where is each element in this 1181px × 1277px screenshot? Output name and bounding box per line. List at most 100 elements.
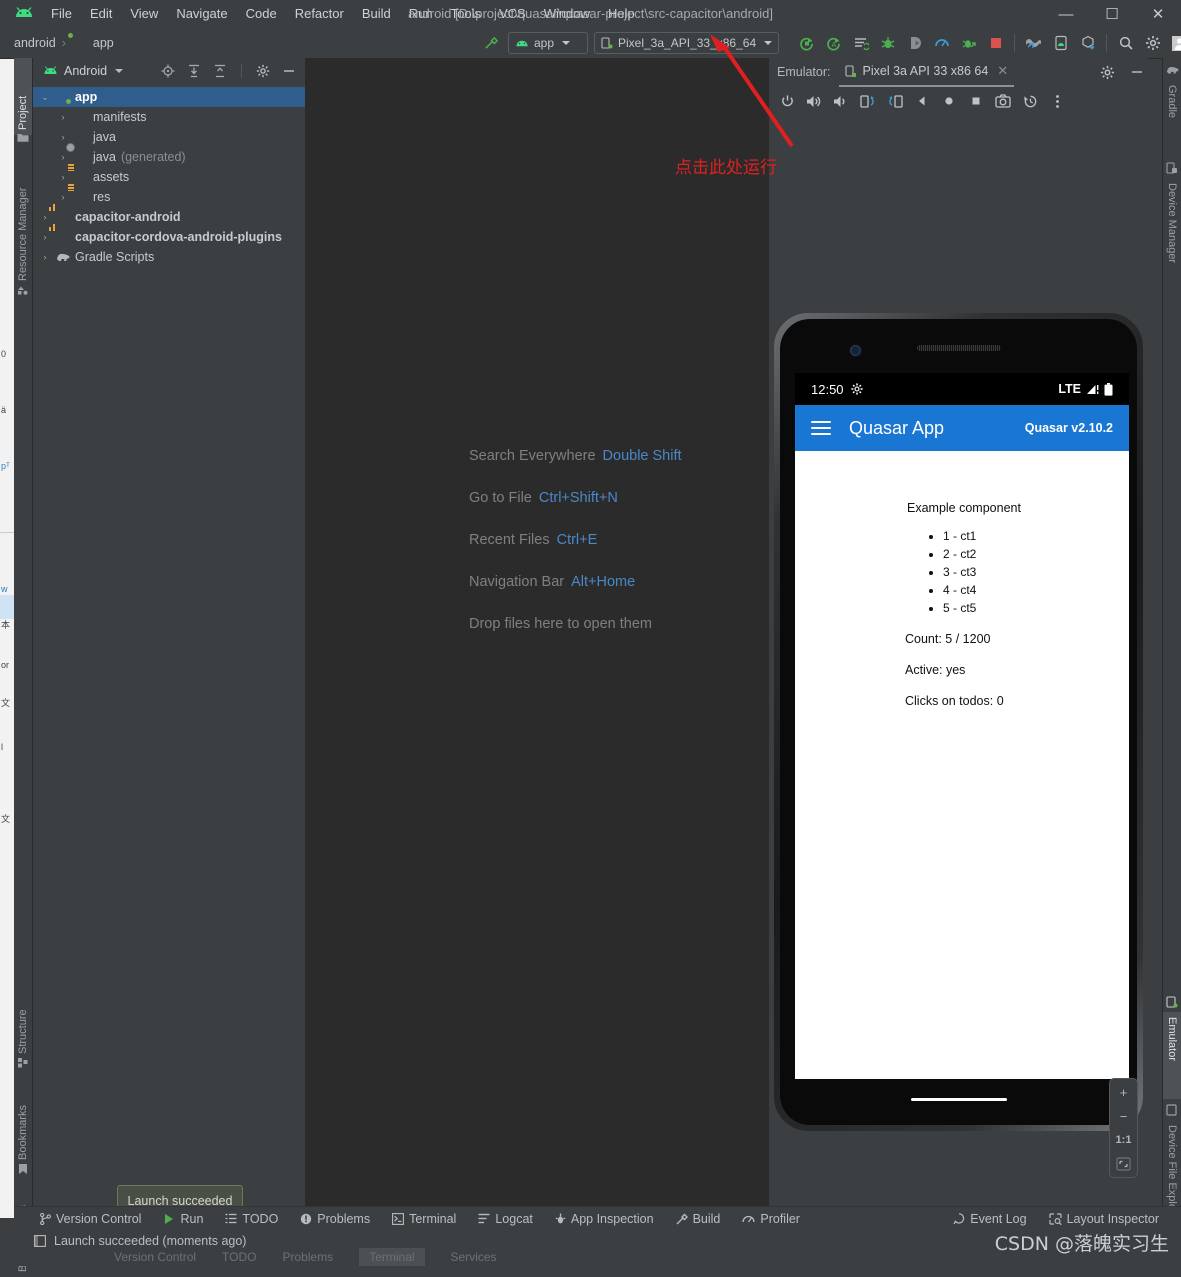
home-icon[interactable] [937,89,961,113]
run-icon[interactable] [793,29,820,57]
chevron-right-icon[interactable]: › [57,192,69,202]
hide-panel-icon[interactable] [279,61,299,81]
run-with-coverage-icon[interactable]: A [820,29,847,57]
debug-icon[interactable] [874,29,901,57]
list-item[interactable]: 1 - ct1 [943,527,976,545]
sdk-manager-icon[interactable] [1020,29,1047,57]
chevron-right-icon[interactable]: › [57,152,69,162]
breadcrumb-root[interactable]: android [14,36,56,50]
breadcrumb-module[interactable]: app [93,36,114,50]
tree-node-res[interactable]: › res [33,187,305,207]
sidebar-item-structure[interactable]: Structure [14,980,32,1059]
tree-node-manifests[interactable]: › manifests [33,107,305,127]
rotate-left-icon[interactable] [856,89,880,113]
maximize-button[interactable]: ☐ [1089,0,1135,28]
emulator-zoom-controls[interactable]: + − 1:1 [1109,1078,1138,1178]
hamburger-menu-icon[interactable] [811,421,831,435]
tab-logcat[interactable]: Logcat [467,1207,544,1230]
tab-profiler[interactable]: Profiler [731,1207,811,1230]
menu-item-run[interactable]: Run [400,0,442,28]
profile-app-icon[interactable] [955,29,982,57]
tree-node-capacitor-android[interactable]: › capacitor-android [33,207,305,227]
run-configuration-selector[interactable]: app [508,32,588,54]
emulated-device[interactable]: 12:50 LTE Quasar App Quasar v2.10.2 Exam… [774,313,1143,1131]
account-avatar-icon[interactable] [1166,29,1181,57]
tab-problems[interactable]: Problems [289,1207,381,1230]
sidebar-item-emulator[interactable]: Emulator [1163,1012,1181,1099]
sidebar-item-bookmarks[interactable]: Bookmarks [14,1078,32,1165]
chevron-right-icon[interactable]: › [57,132,69,142]
zoom-in-button[interactable]: + [1114,1085,1134,1099]
chevron-down-icon[interactable] [115,69,124,73]
menu-item-vcs[interactable]: VCS [490,0,535,28]
emulator-canvas[interactable]: 12:50 LTE Quasar App Quasar v2.10.2 Exam… [769,116,1148,1218]
menu-item-file[interactable]: File [42,0,81,28]
close-button[interactable]: ✕ [1135,0,1181,28]
gesture-nav-pill[interactable] [910,1098,1007,1101]
list-item[interactable]: 4 - ct4 [943,581,976,599]
close-icon[interactable]: ✕ [997,63,1008,79]
menu-item-window[interactable]: Window [535,0,599,28]
menu-item-code[interactable]: Code [237,0,286,28]
app-page-content[interactable]: Example component 1 - ct1 2 - ct2 3 - ct… [795,451,1129,1079]
stop-icon[interactable] [982,29,1009,57]
chevron-down-icon[interactable]: ⌄ [39,92,51,103]
menu-item-help[interactable]: Help [599,0,644,28]
settings-gear-icon[interactable] [1139,29,1166,57]
tab-version-control[interactable]: Version Control [14,1207,152,1230]
list-item[interactable]: 5 - ct5 [943,599,976,617]
back-icon[interactable] [910,89,934,113]
overview-icon[interactable] [964,89,988,113]
zoom-out-button[interactable]: − [1114,1109,1134,1123]
todo-list[interactable]: 1 - ct1 2 - ct2 3 - ct3 4 - ct4 5 - ct5 [925,527,976,617]
menu-item-tools[interactable]: Tools [442,0,490,28]
volume-down-icon[interactable] [829,89,853,113]
chevron-right-icon[interactable]: › [39,212,51,222]
editor-area[interactable]: Search Everywhere Double Shift Go to File… [306,58,769,1218]
search-icon[interactable] [1112,29,1139,57]
settings-gear-icon[interactable] [1096,61,1118,83]
power-icon[interactable] [775,89,799,113]
sidebar-item-device-manager[interactable]: Device Manager [1163,178,1181,313]
tab-build[interactable]: Build [665,1207,732,1230]
status-message[interactable]: Launch succeeded (moments ago) [14,1234,246,1248]
main-menu[interactable]: File Edit View Navigate Code Refactor Bu… [42,0,644,28]
sidebar-item-resource-manager[interactable]: Resource Manager [14,153,32,286]
chevron-right-icon[interactable]: › [57,172,69,182]
chevron-right-icon[interactable]: › [39,252,51,262]
minimize-button[interactable]: — [1043,0,1089,28]
history-icon[interactable] [1018,89,1042,113]
device-selector[interactable]: Pixel_3a_API_33_x86_64 [594,32,780,54]
menu-item-build[interactable]: Build [353,0,400,28]
menu-item-refactor[interactable]: Refactor [286,0,353,28]
build-hammer-icon[interactable] [480,32,502,54]
window-controls[interactable]: — ☐ ✕ [1043,0,1181,28]
chevron-right-icon[interactable]: › [39,232,51,242]
chevron-right-icon[interactable]: › [57,112,69,122]
avd-manager-icon[interactable] [1047,29,1074,57]
sidebar-item-gradle[interactable]: Gradle [1163,80,1181,147]
actual-size-button[interactable]: 1:1 [1114,1133,1134,1147]
device-screen[interactable]: 12:50 LTE Quasar App Quasar v2.10.2 Exam… [795,373,1129,1079]
expand-all-icon[interactable] [184,61,204,81]
breadcrumb[interactable]: android › app [14,28,114,58]
hide-panel-icon[interactable] [1126,61,1148,83]
tab-event-log[interactable]: Event Log [942,1207,1037,1230]
menu-item-view[interactable]: View [121,0,167,28]
tab-terminal[interactable]: Terminal [381,1207,467,1230]
emulator-device-tab[interactable]: Pixel 3a API 33 x86 64 ✕ [838,58,1015,87]
apply-changes-icon[interactable] [847,29,874,57]
screenshot-icon[interactable] [991,89,1015,113]
tab-todo[interactable]: TODO [214,1207,289,1230]
profiler-icon[interactable] [928,29,955,57]
volume-up-icon[interactable] [802,89,826,113]
rotate-right-icon[interactable] [883,89,907,113]
menu-item-navigate[interactable]: Navigate [167,0,236,28]
more-icon[interactable] [1045,89,1069,113]
sync-gradle-icon[interactable] [1074,29,1101,57]
settings-gear-icon[interactable] [253,61,273,81]
sidebar-item-project[interactable]: Project [14,58,32,135]
select-opened-file-icon[interactable] [158,61,178,81]
tree-node-app[interactable]: ⌄ app [33,87,305,107]
tab-app-inspection[interactable]: App Inspection [544,1207,665,1230]
